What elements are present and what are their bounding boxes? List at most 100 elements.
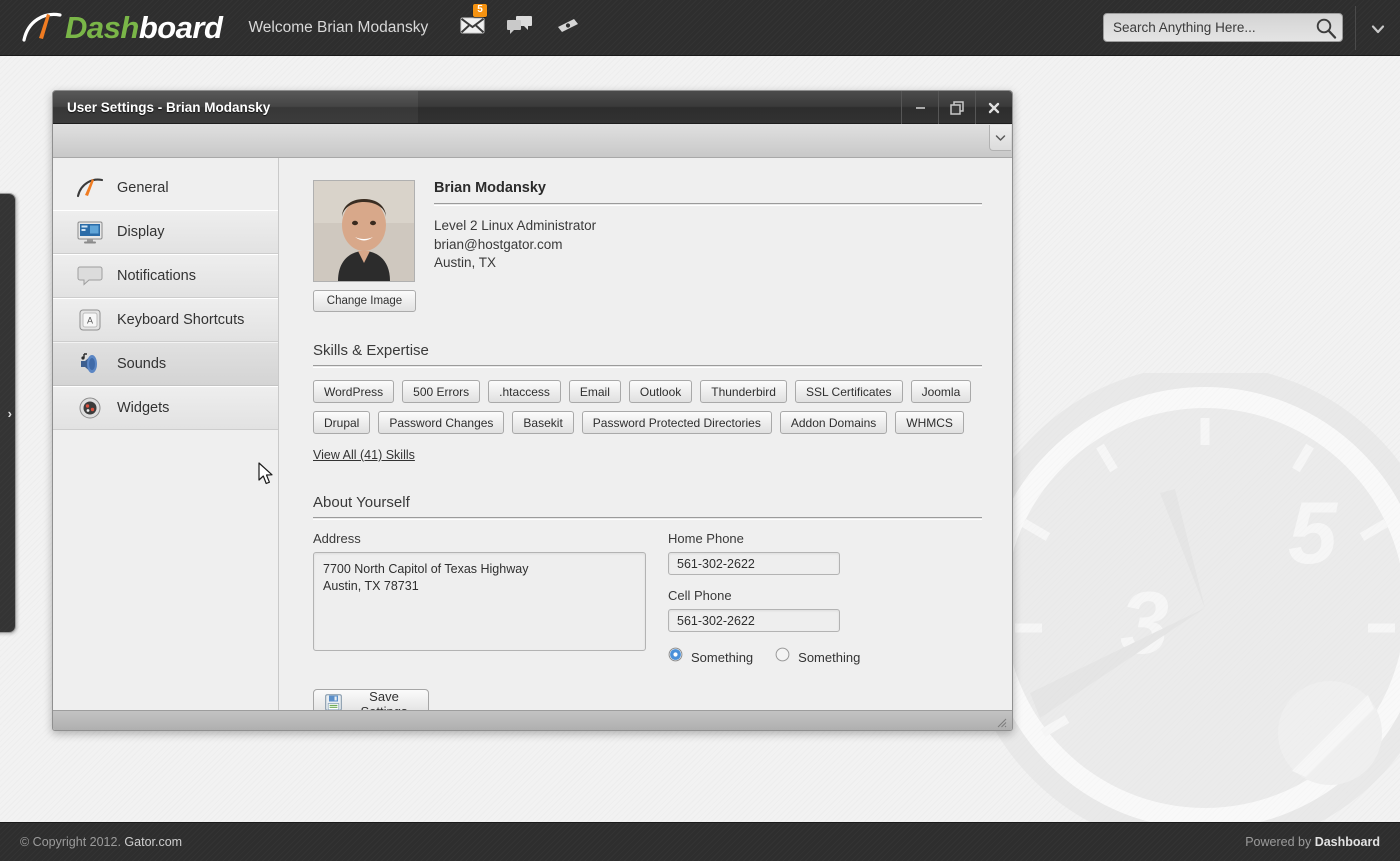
skill-tag[interactable]: Password Protected Directories <box>581 411 772 434</box>
skill-tag[interactable]: Drupal <box>313 411 371 434</box>
sidebar-item-label: Keyboard Shortcuts <box>117 312 245 328</box>
window-controls <box>901 91 1012 124</box>
skill-tag-row: WordPress 500 Errors .htaccess Email Out… <box>313 380 982 403</box>
sidebar-item-notifications[interactable]: Notifications <box>53 254 278 298</box>
sidebar-item-label: Notifications <box>117 268 196 284</box>
chat-icon[interactable] <box>507 15 533 40</box>
about-form: Address 7700 North Capitol of Texas High… <box>313 531 982 667</box>
skill-tag[interactable]: WHMCS <box>895 411 964 434</box>
logo-dash-text: Dash <box>65 9 139 45</box>
cell-phone-input[interactable] <box>668 609 840 632</box>
profile-email: brian@hostgator.com <box>434 236 563 252</box>
radio-option-two-label[interactable]: Something <box>798 650 860 665</box>
global-search <box>1103 13 1343 42</box>
settings-sidebar: General Display Notifications A Keyboard… <box>53 158 279 710</box>
skill-tag-list: WordPress 500 Errors .htaccess Email Out… <box>313 380 982 434</box>
skill-tag[interactable]: Joomla <box>910 380 972 403</box>
widgets-orb-icon <box>75 393 105 423</box>
profile-title: Level 2 Linux Administrator <box>434 218 597 233</box>
svg-text:A: A <box>87 316 93 326</box>
radio-option-one-label[interactable]: Something <box>691 650 753 665</box>
sidebar-item-label: Display <box>117 224 165 240</box>
window-body: General Display Notifications A Keyboard… <box>53 158 1012 719</box>
skills-heading: Skills & Expertise <box>313 342 429 359</box>
copyright-brand[interactable]: Gator.com <box>124 835 182 849</box>
copyright-text: © Copyright 2012. Gator.com <box>20 835 182 849</box>
skill-tag-row: Drupal Password Changes Basekit Password… <box>313 411 982 434</box>
ticket-icon[interactable] <box>555 17 580 39</box>
sidebar-item-widgets[interactable]: Widgets <box>53 386 278 430</box>
profile-location: Austin, TX <box>434 255 497 270</box>
search-input[interactable] <box>1103 13 1343 42</box>
speedometer-needle-icon <box>22 12 62 42</box>
skill-tag[interactable]: Thunderbird <box>700 380 787 403</box>
skill-tag[interactable]: Addon Domains <box>779 411 888 434</box>
about-heading: About Yourself <box>313 494 410 511</box>
speedometer-icon <box>75 173 105 203</box>
minimize-button[interactable] <box>901 91 938 124</box>
mail-badge-count: 5 <box>473 4 487 17</box>
address-label: Address <box>313 531 361 546</box>
user-settings-window: User Settings - Brian Modansky General D… <box>52 90 1013 731</box>
restore-icon[interactable] <box>938 91 975 124</box>
svg-text:3: 3 <box>1120 573 1169 672</box>
search-icon[interactable] <box>1315 17 1337 39</box>
view-all-skills-link[interactable]: View All (41) Skills <box>313 448 415 462</box>
skill-tag[interactable]: WordPress <box>313 380 395 403</box>
window-titlebar[interactable]: User Settings - Brian Modansky <box>53 91 1012 124</box>
sidebar-slideout-handle[interactable]: › <box>0 193 16 633</box>
monitor-icon <box>75 217 105 247</box>
speaker-icon <box>75 349 105 379</box>
sidebar-item-general[interactable]: General <box>53 166 278 210</box>
app-header: Dash board Welcome Brian Modansky 5 <box>0 0 1400 56</box>
window-title: User Settings - Brian Modansky <box>67 99 271 115</box>
chevron-right-icon: › <box>7 405 12 421</box>
sidebar-item-label: General <box>117 180 169 196</box>
home-phone-input[interactable] <box>668 552 840 575</box>
speedometer-gauge-watermark: 3 5 <box>970 373 1400 843</box>
header-icon-group: 5 <box>460 4 580 40</box>
skill-tag[interactable]: Email <box>568 380 621 403</box>
close-button[interactable] <box>975 91 1012 124</box>
mail-icon[interactable]: 5 <box>460 4 487 39</box>
skill-tag[interactable]: Basekit <box>512 411 574 434</box>
sidebar-item-display[interactable]: Display <box>53 210 278 254</box>
sidebar-item-sounds[interactable]: Sounds <box>53 342 278 386</box>
logo-board-text: board <box>138 9 223 45</box>
skill-tag[interactable]: 500 Errors <box>402 380 481 403</box>
resize-grip[interactable] <box>994 715 1007 728</box>
skill-tag[interactable]: Outlook <box>628 380 693 403</box>
skills-section: Skills & Expertise WordPress 500 Errors … <box>313 342 1012 464</box>
radio-group: Something Something <box>668 647 874 667</box>
avatar <box>313 180 415 282</box>
speech-bubble-icon <box>75 261 105 291</box>
divider <box>313 365 982 368</box>
address-input[interactable]: 7700 North Capitol of Texas Highway Aust… <box>313 552 646 651</box>
radio-option-two-icon[interactable] <box>775 647 790 667</box>
powered-by-text: Powered by Dashboard <box>1245 835 1380 849</box>
toolbar-chevron-down-icon[interactable] <box>989 125 1011 151</box>
profile-details: Brian Modansky Level 2 Linux Administrat… <box>434 180 1012 312</box>
keyboard-key-icon: A <box>75 305 105 335</box>
profile-section: Change Image Brian Modansky Level 2 Linu… <box>313 180 1012 312</box>
divider <box>313 517 982 520</box>
skill-tag[interactable]: Password Changes <box>378 411 505 434</box>
powered-prefix: Powered by <box>1245 835 1315 849</box>
copyright-prefix: © Copyright 2012. <box>20 835 125 849</box>
chevron-down-icon[interactable] <box>1368 19 1388 39</box>
address-field-group: Address 7700 North Capitol of Texas High… <box>313 531 646 667</box>
about-section: About Yourself Address 7700 North Capito… <box>313 494 1012 719</box>
sidebar-item-label: Sounds <box>117 356 167 372</box>
window-footer <box>53 710 1012 730</box>
skill-tag[interactable]: SSL Certificates <box>794 380 903 403</box>
page-footer: © Copyright 2012. Gator.com Powered by D… <box>0 822 1400 861</box>
change-image-button[interactable]: Change Image <box>313 290 416 312</box>
powered-brand[interactable]: Dashboard <box>1315 835 1380 849</box>
app-logo[interactable]: Dash board <box>22 8 223 48</box>
radio-option-one-icon[interactable] <box>668 647 683 667</box>
skill-tag[interactable]: .htaccess <box>488 380 561 403</box>
welcome-message: Welcome Brian Modansky <box>248 18 429 36</box>
sidebar-item-keyboard-shortcuts[interactable]: A Keyboard Shortcuts <box>53 298 278 342</box>
svg-text:5: 5 <box>1288 483 1338 582</box>
settings-content: Change Image Brian Modansky Level 2 Linu… <box>279 158 1012 719</box>
